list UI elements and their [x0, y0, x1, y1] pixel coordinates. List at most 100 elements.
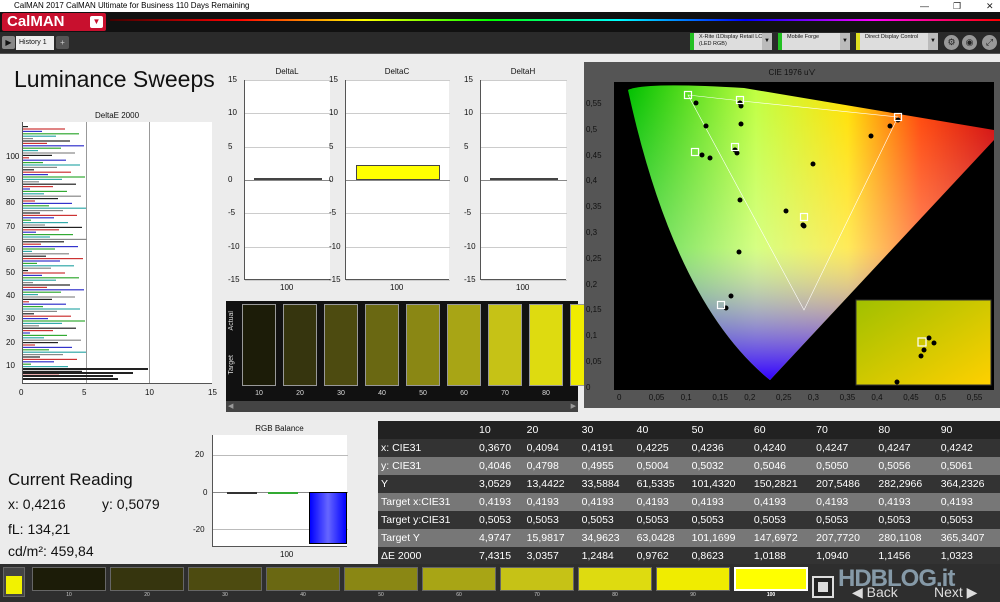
row-target-label: Target: [228, 355, 235, 375]
swatch-button[interactable]: [188, 567, 262, 591]
cie-xtick: 0,25: [776, 393, 792, 402]
actual-swatch: [406, 304, 440, 346]
table-cell: 0,5056: [875, 457, 938, 475]
expand-icon[interactable]: ⤢: [982, 35, 997, 50]
gridline: [346, 180, 450, 181]
deltae-bar: [23, 284, 70, 286]
gridline: [245, 246, 331, 248]
deltae-bar: [23, 162, 43, 164]
deltae-bar: [23, 238, 87, 240]
device-meter-dropdown-icon[interactable]: ▼: [762, 33, 772, 50]
cie-measured-point: [887, 123, 893, 129]
close-window-button[interactable]: ✕: [986, 0, 994, 12]
deltae-bar: [23, 330, 53, 332]
cie-ytick: 0,45: [586, 150, 602, 160]
swatch-button[interactable]: [500, 567, 574, 591]
logo-menu-chevron-icon[interactable]: ▼: [90, 16, 103, 28]
table-cell: 0,4193: [523, 493, 579, 511]
delta-ytick: 5: [329, 141, 334, 151]
deltae-bar: [23, 298, 52, 300]
deltae-bar: [23, 325, 39, 327]
deltae-bar: [23, 370, 82, 372]
device-display[interactable]: Direct Display Control: [856, 33, 938, 50]
add-tab-icon[interactable]: +: [56, 36, 69, 49]
gridline: [346, 213, 450, 215]
deltae-ytick: 20: [6, 337, 15, 347]
cie-measured-point: [707, 155, 713, 161]
deltae-bar: [23, 334, 67, 336]
delta-ytick: 15: [464, 75, 473, 84]
deltae-bar: [23, 190, 67, 192]
cie-ytick: 0,4: [586, 176, 598, 186]
deltae-bar: [23, 198, 58, 200]
deltae-bar: [23, 282, 33, 284]
table-cell: 3,0529: [476, 475, 524, 493]
device-display-dropdown-icon[interactable]: ▼: [928, 33, 938, 50]
delta-ytick: 15: [329, 75, 338, 84]
swatch-button[interactable]: [32, 567, 106, 591]
deltae-xtick: 10: [145, 388, 154, 397]
tabs-scroll-left-icon[interactable]: ▶: [2, 36, 15, 49]
cie-xtick: 0,2: [744, 393, 756, 402]
settings-gear-icon[interactable]: ⚙: [944, 35, 959, 50]
swatch-button[interactable]: [422, 567, 496, 591]
deltae-bar: [23, 186, 53, 188]
gridline: [245, 113, 331, 115]
maximize-button[interactable]: ❐: [953, 0, 961, 12]
tab-history[interactable]: History 1: [16, 36, 54, 50]
actual-swatch: [529, 304, 563, 346]
table-row: x: CIE31 0,3670 0,4094 0,4191 0,4225 0,4236 0,…: [378, 439, 1000, 457]
delta-bar: [253, 178, 323, 180]
target-swatch: [324, 345, 358, 386]
cie-xtick: 0,35: [839, 393, 856, 402]
next-button[interactable]: Next ▶: [934, 584, 977, 601]
table-cell: 15,9817: [523, 529, 579, 547]
deltae-bar: [23, 138, 33, 140]
cie-ytick: 0,15: [586, 305, 602, 315]
swatch-button[interactable]: [266, 567, 340, 591]
delta-panel-title: DeltaL: [275, 67, 299, 76]
swatch-button-active[interactable]: [734, 567, 808, 591]
swatch-button[interactable]: [110, 567, 184, 591]
deltae-bar: [23, 366, 68, 368]
swatch-button[interactable]: [344, 567, 418, 591]
swatch-label: 20: [296, 390, 304, 397]
device-source-dropdown-icon[interactable]: ▼: [840, 33, 850, 50]
cie-measured-point: [738, 103, 744, 109]
table-cell: 0,4193: [688, 493, 751, 511]
current-color-button[interactable]: [3, 567, 25, 597]
table-cell: 0,5053: [476, 511, 524, 529]
table-cell: 0,4046: [476, 457, 524, 475]
deltae-bar: [23, 207, 86, 209]
deltae-bar: [23, 248, 55, 250]
swatch-button[interactable]: [656, 567, 730, 591]
deltae-bar: [23, 210, 63, 212]
gridline: [481, 180, 567, 181]
table-cell: 3,0357: [523, 547, 579, 565]
reading-cd: cd/m²: 459,84: [8, 543, 94, 559]
cie-inset-point: [921, 347, 927, 353]
deltae-xtick: 5: [82, 388, 87, 397]
table-cell: 1,0188: [750, 547, 814, 565]
deltae-ytick: 50: [6, 268, 15, 277]
reading-y: y: 0,5079: [102, 496, 160, 512]
deltae-bar: [23, 270, 28, 272]
swatch-button[interactable]: [578, 567, 652, 591]
swatch-button-label: 10: [66, 592, 72, 598]
table-cell: 0,9762: [633, 547, 689, 565]
swatch-button-label: 90: [690, 592, 696, 598]
back-button[interactable]: ◀ Back: [852, 584, 898, 601]
reading-x: x: 0,4216: [8, 496, 66, 512]
minimize-button[interactable]: —: [920, 0, 929, 12]
help-icon[interactable]: ◉: [962, 35, 977, 50]
deltae-bar: [23, 171, 71, 173]
swatch-scrollbar[interactable]: ◀ ▶: [226, 401, 578, 412]
stop-button[interactable]: [812, 576, 834, 598]
deltae-bar: [23, 147, 61, 149]
cie-measured-point: [810, 161, 816, 167]
device-meter[interactable]: X-Rite i1Display Retail LCD (LED RGB): [690, 33, 772, 50]
deltae-bar: [23, 346, 72, 348]
table-row: y: CIE31 0,4046 0,4798 0,4955 0,5004 0,5032 0,…: [378, 457, 1000, 475]
deltae-title: DeltaE 2000: [94, 111, 140, 120]
deltae-chart: [22, 122, 212, 384]
